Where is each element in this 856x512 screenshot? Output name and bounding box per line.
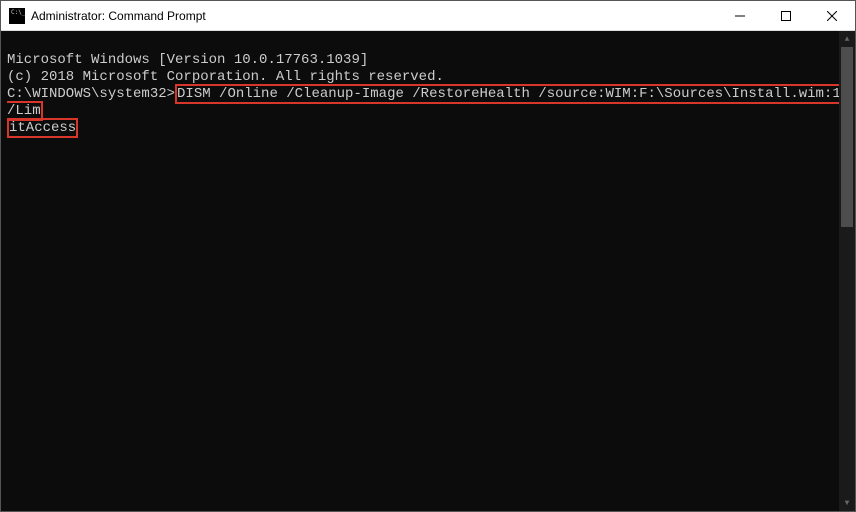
scroll-down-arrow-icon[interactable]: ▼ [839,495,855,511]
window-title: Administrator: Command Prompt [31,9,717,23]
scrollbar-thumb[interactable] [841,47,853,227]
titlebar[interactable]: Administrator: Command Prompt [1,1,855,31]
cmd-icon [9,8,25,24]
highlighted-command-wrap: itAccess [7,118,78,138]
command-text-wrap: itAccess [9,120,76,136]
command-prompt-window: Administrator: Command Prompt Microsoft … [0,0,856,512]
prompt-path: C:\WINDOWS\system32> [7,86,175,102]
window-controls [717,1,855,30]
close-button[interactable] [809,1,855,30]
terminal-area[interactable]: Microsoft Windows [Version 10.0.17763.10… [1,31,855,511]
prompt-line: C:\WINDOWS\system32>DISM /Online /Cleanu… [7,84,849,121]
minimize-button[interactable] [717,1,763,30]
maximize-button[interactable] [763,1,809,30]
terminal-line: Microsoft Windows [Version 10.0.17763.10… [7,52,849,69]
scrollbar[interactable]: ▲ ▼ [839,31,855,511]
scroll-up-arrow-icon[interactable]: ▲ [839,31,855,47]
